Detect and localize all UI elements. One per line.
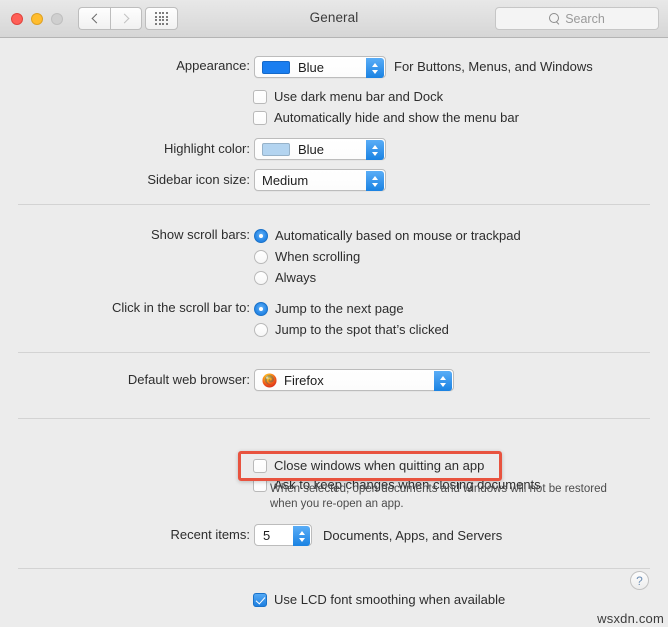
scroll-click-label: Click in the scroll bar to: xyxy=(112,300,250,315)
radio-spot-clicked[interactable] xyxy=(254,322,268,337)
close-windows-checkbox-row[interactable]: Close windows when quitting an app xyxy=(253,458,484,473)
recent-items-stepper[interactable]: 5 xyxy=(254,524,312,546)
lcd-font-smoothing-checkbox[interactable] xyxy=(253,592,267,607)
radio-next-page[interactable] xyxy=(254,301,268,316)
section-divider-1 xyxy=(18,204,650,205)
recent-items-label-wrap: Recent items: xyxy=(0,527,250,542)
scroll-bars-option-when-scrolling[interactable]: When scrolling xyxy=(254,246,521,267)
auto-hide-menu-bar-checkbox-row[interactable]: Automatically hide and show the menu bar xyxy=(253,110,519,125)
question-mark-icon: ? xyxy=(636,573,643,588)
appearance-note: For Buttons, Menus, and Windows xyxy=(394,59,593,74)
auto-hide-menu-bar-label: Automatically hide and show the menu bar xyxy=(274,110,519,125)
radio-always[interactable] xyxy=(254,270,268,285)
window-titlebar: General Search xyxy=(0,0,668,38)
show-scroll-bars-label: Show scroll bars: xyxy=(151,227,250,242)
scroll-click-option-spot-clicked-label: Jump to the spot that’s clicked xyxy=(275,322,449,337)
system-preferences-general-window: General Search Appearance: Blue For Butt… xyxy=(0,0,668,627)
default-browser-label: Default web browser: xyxy=(127,372,250,387)
default-browser-label-wrap: Default web browser: xyxy=(0,372,250,387)
close-windows-hint-line2: when you re-open an app. xyxy=(270,498,404,510)
sidebar-icon-size-value: Medium xyxy=(262,172,309,188)
auto-hide-menu-bar-checkbox[interactable] xyxy=(253,110,267,125)
close-windows-checkbox[interactable] xyxy=(253,458,267,473)
scroll-click-option-spot-clicked[interactable]: Jump to the spot that’s clicked xyxy=(254,319,449,340)
highlight-color-label: Highlight color: xyxy=(164,141,250,156)
scroll-click-label-wrap: Click in the scroll bar to: xyxy=(0,300,250,315)
lcd-font-smoothing-checkbox-row[interactable]: Use LCD font smoothing when available xyxy=(253,592,505,607)
chevron-updown-icon[interactable] xyxy=(366,171,384,191)
default-browser-value: Firefox xyxy=(284,372,324,388)
sidebar-icon-size-label: Sidebar icon size: xyxy=(147,172,250,187)
search-input[interactable]: Search xyxy=(495,7,659,30)
close-windows-hint-line1: When selected, open documents and window… xyxy=(270,483,607,495)
show-scroll-bars-label-wrap: Show scroll bars: xyxy=(0,227,250,242)
close-windows-label: Close windows when quitting an app xyxy=(274,458,485,473)
appearance-color-swatch xyxy=(262,60,290,74)
recent-items-label: Recent items: xyxy=(170,527,250,542)
section-divider-3 xyxy=(18,418,650,419)
ask-keep-changes-checkbox[interactable] xyxy=(253,477,267,492)
dark-menu-bar-label: Use dark menu bar and Dock xyxy=(274,89,444,104)
scroll-bars-option-when-scrolling-label: When scrolling xyxy=(275,249,361,264)
search-icon xyxy=(549,13,560,24)
scroll-bars-option-always[interactable]: Always xyxy=(254,267,521,288)
scroll-click-option-next-page-label: Jump to the next page xyxy=(275,301,404,316)
appearance-popup-menu[interactable]: Blue xyxy=(254,56,386,78)
appearance-note-wrap: For Buttons, Menus, and Windows xyxy=(394,59,593,74)
lcd-font-smoothing-label: Use LCD font smoothing when available xyxy=(274,592,506,607)
section-divider-2 xyxy=(18,352,650,353)
firefox-icon xyxy=(262,372,277,388)
scroll-click-option-next-page[interactable]: Jump to the next page xyxy=(254,298,449,319)
sidebar-icon-size-popup-menu[interactable]: Medium xyxy=(254,169,386,191)
appearance-label-wrap: Appearance: xyxy=(0,58,250,73)
scroll-bars-option-auto[interactable]: Automatically based on mouse or trackpad xyxy=(254,225,521,246)
sidebar-icon-size-label-wrap: Sidebar icon size: xyxy=(0,172,250,187)
preferences-content: Appearance: Blue For Buttons, Menus, and… xyxy=(0,38,668,627)
highlight-color-popup-menu[interactable]: Blue xyxy=(254,138,386,160)
search-placeholder: Search xyxy=(565,11,605,26)
chevron-updown-icon[interactable] xyxy=(366,58,384,78)
watermark-text: wsxdn.com xyxy=(597,611,664,626)
scroll-bars-option-always-label: Always xyxy=(275,270,317,285)
help-button[interactable]: ? xyxy=(630,571,649,590)
highlight-color-swatch xyxy=(262,142,290,156)
radio-auto[interactable] xyxy=(254,228,268,243)
recent-items-note: Documents, Apps, and Servers xyxy=(323,528,503,543)
dark-menu-bar-checkbox[interactable] xyxy=(253,89,267,104)
section-divider-4 xyxy=(18,568,650,569)
recent-items-note-wrap: Documents, Apps, and Servers xyxy=(323,528,502,543)
scroll-bars-option-auto-label: Automatically based on mouse or trackpad xyxy=(275,228,521,243)
recent-items-value: 5 xyxy=(263,527,271,543)
show-scroll-bars-radio-group: Automatically based on mouse or trackpad… xyxy=(254,225,521,288)
chevron-updown-icon[interactable] xyxy=(434,371,452,391)
stepper-arrows-icon[interactable] xyxy=(293,526,310,546)
radio-when-scrolling[interactable] xyxy=(254,249,268,264)
dark-menu-bar-checkbox-row[interactable]: Use dark menu bar and Dock xyxy=(253,89,443,104)
appearance-label: Appearance: xyxy=(176,58,250,73)
default-browser-popup-menu[interactable]: Firefox xyxy=(254,369,454,391)
appearance-value: Blue xyxy=(298,59,325,75)
scroll-click-radio-group: Jump to the next page Jump to the spot t… xyxy=(254,298,449,340)
highlight-color-value: Blue xyxy=(298,141,325,157)
highlight-color-label-wrap: Highlight color: xyxy=(0,141,250,156)
chevron-updown-icon[interactable] xyxy=(366,140,384,160)
